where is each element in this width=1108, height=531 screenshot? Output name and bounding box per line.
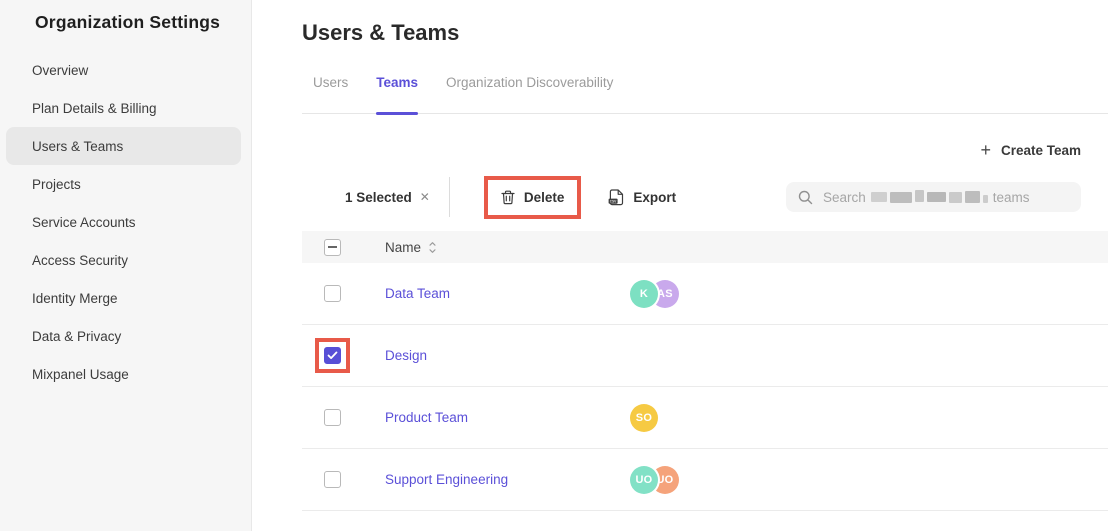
search-input[interactable]: Search teams bbox=[786, 182, 1081, 212]
clear-selection-icon[interactable]: ✕ bbox=[420, 190, 430, 204]
selection-toolbar: 1 Selected ✕ Delete bbox=[302, 175, 1108, 219]
search-placeholder: Search teams bbox=[823, 190, 1030, 205]
svg-text:csv: csv bbox=[610, 198, 617, 203]
export-button[interactable]: csv Export bbox=[608, 189, 676, 206]
sidebar-item-access-security[interactable]: Access Security bbox=[0, 241, 251, 279]
delete-label: Delete bbox=[524, 190, 565, 205]
annotation-highlight-delete: Delete bbox=[484, 176, 582, 219]
trash-icon bbox=[501, 190, 515, 205]
team-link-support-engineering[interactable]: Support Engineering bbox=[385, 472, 508, 487]
teams-table: Name Data Team K AS bbox=[302, 231, 1108, 511]
avatar-group: K AS bbox=[630, 280, 679, 308]
column-header-name[interactable]: Name bbox=[385, 240, 421, 255]
sidebar-title: Organization Settings bbox=[0, 12, 251, 33]
table-row: Data Team K AS bbox=[302, 263, 1108, 325]
row-checkbox-design[interactable] bbox=[324, 347, 341, 364]
sidebar-item-users-teams[interactable]: Users & Teams bbox=[6, 127, 241, 165]
selected-count-group: 1 Selected ✕ bbox=[345, 190, 430, 205]
sidebar-item-service-accounts[interactable]: Service Accounts bbox=[0, 203, 251, 241]
avatar-group: UO UO bbox=[630, 466, 679, 494]
redacted-placeholder-blocks bbox=[871, 191, 988, 203]
search-icon bbox=[798, 190, 813, 205]
check-icon bbox=[327, 351, 338, 360]
create-team-label: Create Team bbox=[1001, 143, 1081, 158]
sidebar-item-overview[interactable]: Overview bbox=[0, 51, 251, 89]
csv-file-icon: csv bbox=[608, 189, 624, 206]
sidebar-item-data-privacy[interactable]: Data & Privacy bbox=[0, 317, 251, 355]
avatar: UO bbox=[630, 466, 658, 494]
tab-organization-discoverability[interactable]: Organization Discoverability bbox=[446, 75, 613, 113]
tab-bar: Users Teams Organization Discoverability bbox=[302, 75, 1108, 114]
avatar: SO bbox=[630, 404, 658, 432]
sidebar-item-projects[interactable]: Projects bbox=[0, 165, 251, 203]
team-link-design[interactable]: Design bbox=[385, 348, 427, 363]
annotation-highlight-checkbox bbox=[315, 338, 350, 373]
page-title: Users & Teams bbox=[302, 20, 1108, 46]
sidebar: Organization Settings Overview Plan Deta… bbox=[0, 0, 252, 531]
create-team-row: + Create Team bbox=[302, 141, 1108, 159]
sidebar-item-mixpanel-usage[interactable]: Mixpanel Usage bbox=[0, 355, 251, 393]
table-row: Support Engineering UO UO bbox=[302, 449, 1108, 511]
selected-count-label: 1 Selected bbox=[345, 190, 412, 205]
row-checkbox-data-team[interactable] bbox=[324, 285, 341, 302]
main-content: Users & Teams Users Teams Organization D… bbox=[252, 0, 1108, 531]
sidebar-item-plan-details-billing[interactable]: Plan Details & Billing bbox=[0, 89, 251, 127]
export-label: Export bbox=[633, 190, 676, 205]
table-row: Design bbox=[302, 325, 1108, 387]
tab-teams[interactable]: Teams bbox=[376, 75, 418, 113]
sidebar-item-identity-merge[interactable]: Identity Merge bbox=[0, 279, 251, 317]
row-checkbox-product-team[interactable] bbox=[324, 409, 341, 426]
table-header-row: Name bbox=[302, 231, 1108, 263]
team-link-data-team[interactable]: Data Team bbox=[385, 286, 450, 301]
create-team-button[interactable]: + Create Team bbox=[980, 141, 1081, 159]
toolbar-divider bbox=[449, 177, 450, 217]
select-all-checkbox[interactable] bbox=[324, 239, 341, 256]
sidebar-nav: Overview Plan Details & Billing Users & … bbox=[0, 51, 251, 393]
delete-button[interactable]: Delete bbox=[488, 180, 578, 215]
tab-users[interactable]: Users bbox=[313, 75, 348, 113]
avatar: K bbox=[630, 280, 658, 308]
row-checkbox-support-engineering[interactable] bbox=[324, 471, 341, 488]
avatar-group: SO bbox=[630, 404, 658, 432]
plus-icon: + bbox=[980, 141, 991, 159]
table-row: Product Team SO bbox=[302, 387, 1108, 449]
sort-icon[interactable] bbox=[428, 241, 437, 254]
team-link-product-team[interactable]: Product Team bbox=[385, 410, 468, 425]
